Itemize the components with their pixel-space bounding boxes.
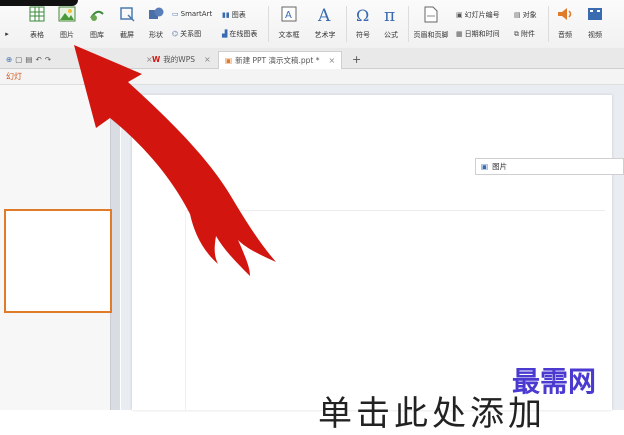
relation-chart-button[interactable]: ⌬ 关系图 bbox=[172, 29, 201, 39]
wps-logo-icon: W bbox=[152, 55, 161, 64]
insert-table-button[interactable]: 表格 bbox=[22, 0, 52, 48]
wordart-label: 艺术字 bbox=[314, 31, 336, 39]
slides-panel-label: 幻灯 bbox=[6, 72, 22, 81]
shapes-label: 形状 bbox=[149, 31, 163, 39]
online-chart-button[interactable]: ▟ 在线图表 bbox=[222, 29, 257, 39]
date-time-button[interactable]: ▦ 日期和时间 bbox=[456, 29, 500, 39]
header-footer-label: 页眉和页脚 bbox=[413, 31, 449, 39]
gallery-icon bbox=[90, 10, 104, 21]
slide-thumbnail[interactable] bbox=[4, 209, 112, 313]
chart-icon: ▮▮ bbox=[222, 11, 230, 19]
placeholder-border bbox=[185, 210, 186, 410]
formula-label: 公式 bbox=[384, 31, 398, 39]
insert-picture-button[interactable]: 图片 bbox=[52, 0, 82, 48]
new-tab-button[interactable]: + bbox=[352, 51, 361, 68]
panel-header-strip: 幻灯 bbox=[0, 69, 624, 85]
relation-icon: ⌬ bbox=[172, 30, 179, 38]
audio-button[interactable]: 音频 bbox=[552, 0, 578, 48]
svg-text:Ω: Ω bbox=[356, 6, 369, 24]
screenshot-icon bbox=[120, 7, 135, 22]
wps-icon[interactable]: ⊕ bbox=[6, 55, 12, 64]
tab-mywps[interactable]: W 我的WPS × bbox=[152, 51, 211, 68]
audio-label: 音频 bbox=[558, 31, 572, 39]
divider bbox=[268, 6, 269, 42]
shapes-icon bbox=[149, 7, 164, 19]
omega-icon: Ω bbox=[356, 6, 369, 24]
divider bbox=[346, 6, 347, 42]
calendar-icon: ▦ bbox=[456, 30, 463, 38]
table-icon bbox=[29, 6, 45, 22]
divider bbox=[548, 6, 549, 42]
paperclip-icon: ⧉ bbox=[514, 29, 519, 38]
screenshot-label: 截屏 bbox=[120, 31, 134, 39]
gallery-button[interactable]: 图库 bbox=[82, 0, 112, 48]
textbox-label: 文本框 bbox=[278, 31, 300, 39]
speaker-icon bbox=[558, 8, 572, 20]
wordart-icon: A bbox=[317, 6, 331, 24]
screenshot-button[interactable]: 截屏 bbox=[112, 0, 142, 48]
partial-button[interactable]: ▸ bbox=[2, 0, 12, 48]
picture-icon bbox=[58, 6, 76, 22]
close-icon[interactable]: × bbox=[204, 55, 211, 64]
object-icon: ▤ bbox=[514, 11, 521, 19]
quick-access: ⊕ ▢ ▤ ↶ ↷ bbox=[6, 51, 51, 68]
picture-label: 图片 bbox=[60, 31, 74, 39]
smartart-button[interactable]: ▭ SmartArt bbox=[172, 10, 212, 18]
svg-text:A: A bbox=[285, 10, 292, 21]
formula-button[interactable]: π 公式 bbox=[378, 0, 404, 48]
slide-thumbnail-panel bbox=[0, 85, 120, 410]
object-button[interactable]: ▤ 对象 bbox=[514, 10, 537, 20]
slide-number-button[interactable]: ▣ 幻灯片编号 bbox=[456, 10, 500, 20]
divider bbox=[408, 6, 409, 42]
print-icon[interactable]: ▤ bbox=[25, 55, 32, 64]
undo-icon[interactable]: ↶ bbox=[35, 55, 41, 64]
page-icon bbox=[424, 6, 438, 23]
video-button[interactable]: 视频 bbox=[582, 0, 608, 48]
watermark: 最需网 bbox=[512, 365, 597, 398]
textbox-icon: A bbox=[281, 6, 297, 22]
textbox-button[interactable]: A 文本框 bbox=[274, 0, 304, 48]
close-icon[interactable]: × bbox=[328, 56, 335, 65]
ribbon-toolbar: ▸ 表格 图片 图库 截屏 形状 ▭ SmartArt ▮▮ 图表 ⌬ 关系图 … bbox=[0, 0, 624, 49]
save-icon[interactable]: ▢ bbox=[15, 55, 22, 64]
placeholder-border bbox=[185, 210, 605, 211]
film-icon bbox=[588, 8, 602, 20]
picture-placeholder[interactable]: ▣ 图片 bbox=[475, 158, 624, 175]
video-label: 视频 bbox=[588, 31, 602, 39]
shapes-button[interactable]: 形状 bbox=[142, 0, 170, 48]
pi-icon: π bbox=[384, 6, 395, 24]
tab-active-document[interactable]: ▣ 新建 PPT 演示文稿.ppt * × bbox=[218, 51, 343, 69]
gallery-label: 图库 bbox=[90, 31, 104, 39]
symbol-button[interactable]: Ω 符号 bbox=[350, 0, 376, 48]
ppt-icon: ▣ bbox=[225, 56, 233, 65]
svg-text:A: A bbox=[317, 6, 331, 24]
header-footer-button[interactable]: 页眉和页脚 bbox=[410, 0, 452, 48]
online-chart-icon: ▟ bbox=[222, 30, 228, 38]
attachment-button[interactable]: ⧉ 附件 bbox=[514, 29, 535, 39]
redo-icon[interactable]: ↷ bbox=[45, 55, 51, 64]
wordart-button[interactable]: A 艺术字 bbox=[308, 0, 342, 48]
symbol-label: 符号 bbox=[356, 31, 370, 39]
chart-button[interactable]: ▮▮ 图表 bbox=[222, 10, 246, 20]
table-label: 表格 bbox=[30, 31, 44, 39]
smartart-icon: ▭ bbox=[172, 10, 179, 18]
svg-text:π: π bbox=[384, 6, 395, 24]
slide-number-icon: ▣ bbox=[456, 11, 463, 19]
document-tab-bar: ⊕ ▢ ▤ ↶ ↷ × W 我的WPS × ▣ 新建 PPT 演示文稿.ppt … bbox=[0, 48, 624, 69]
tab-close-prev[interactable]: × bbox=[140, 51, 153, 68]
picture-icon: ▣ bbox=[481, 162, 489, 171]
